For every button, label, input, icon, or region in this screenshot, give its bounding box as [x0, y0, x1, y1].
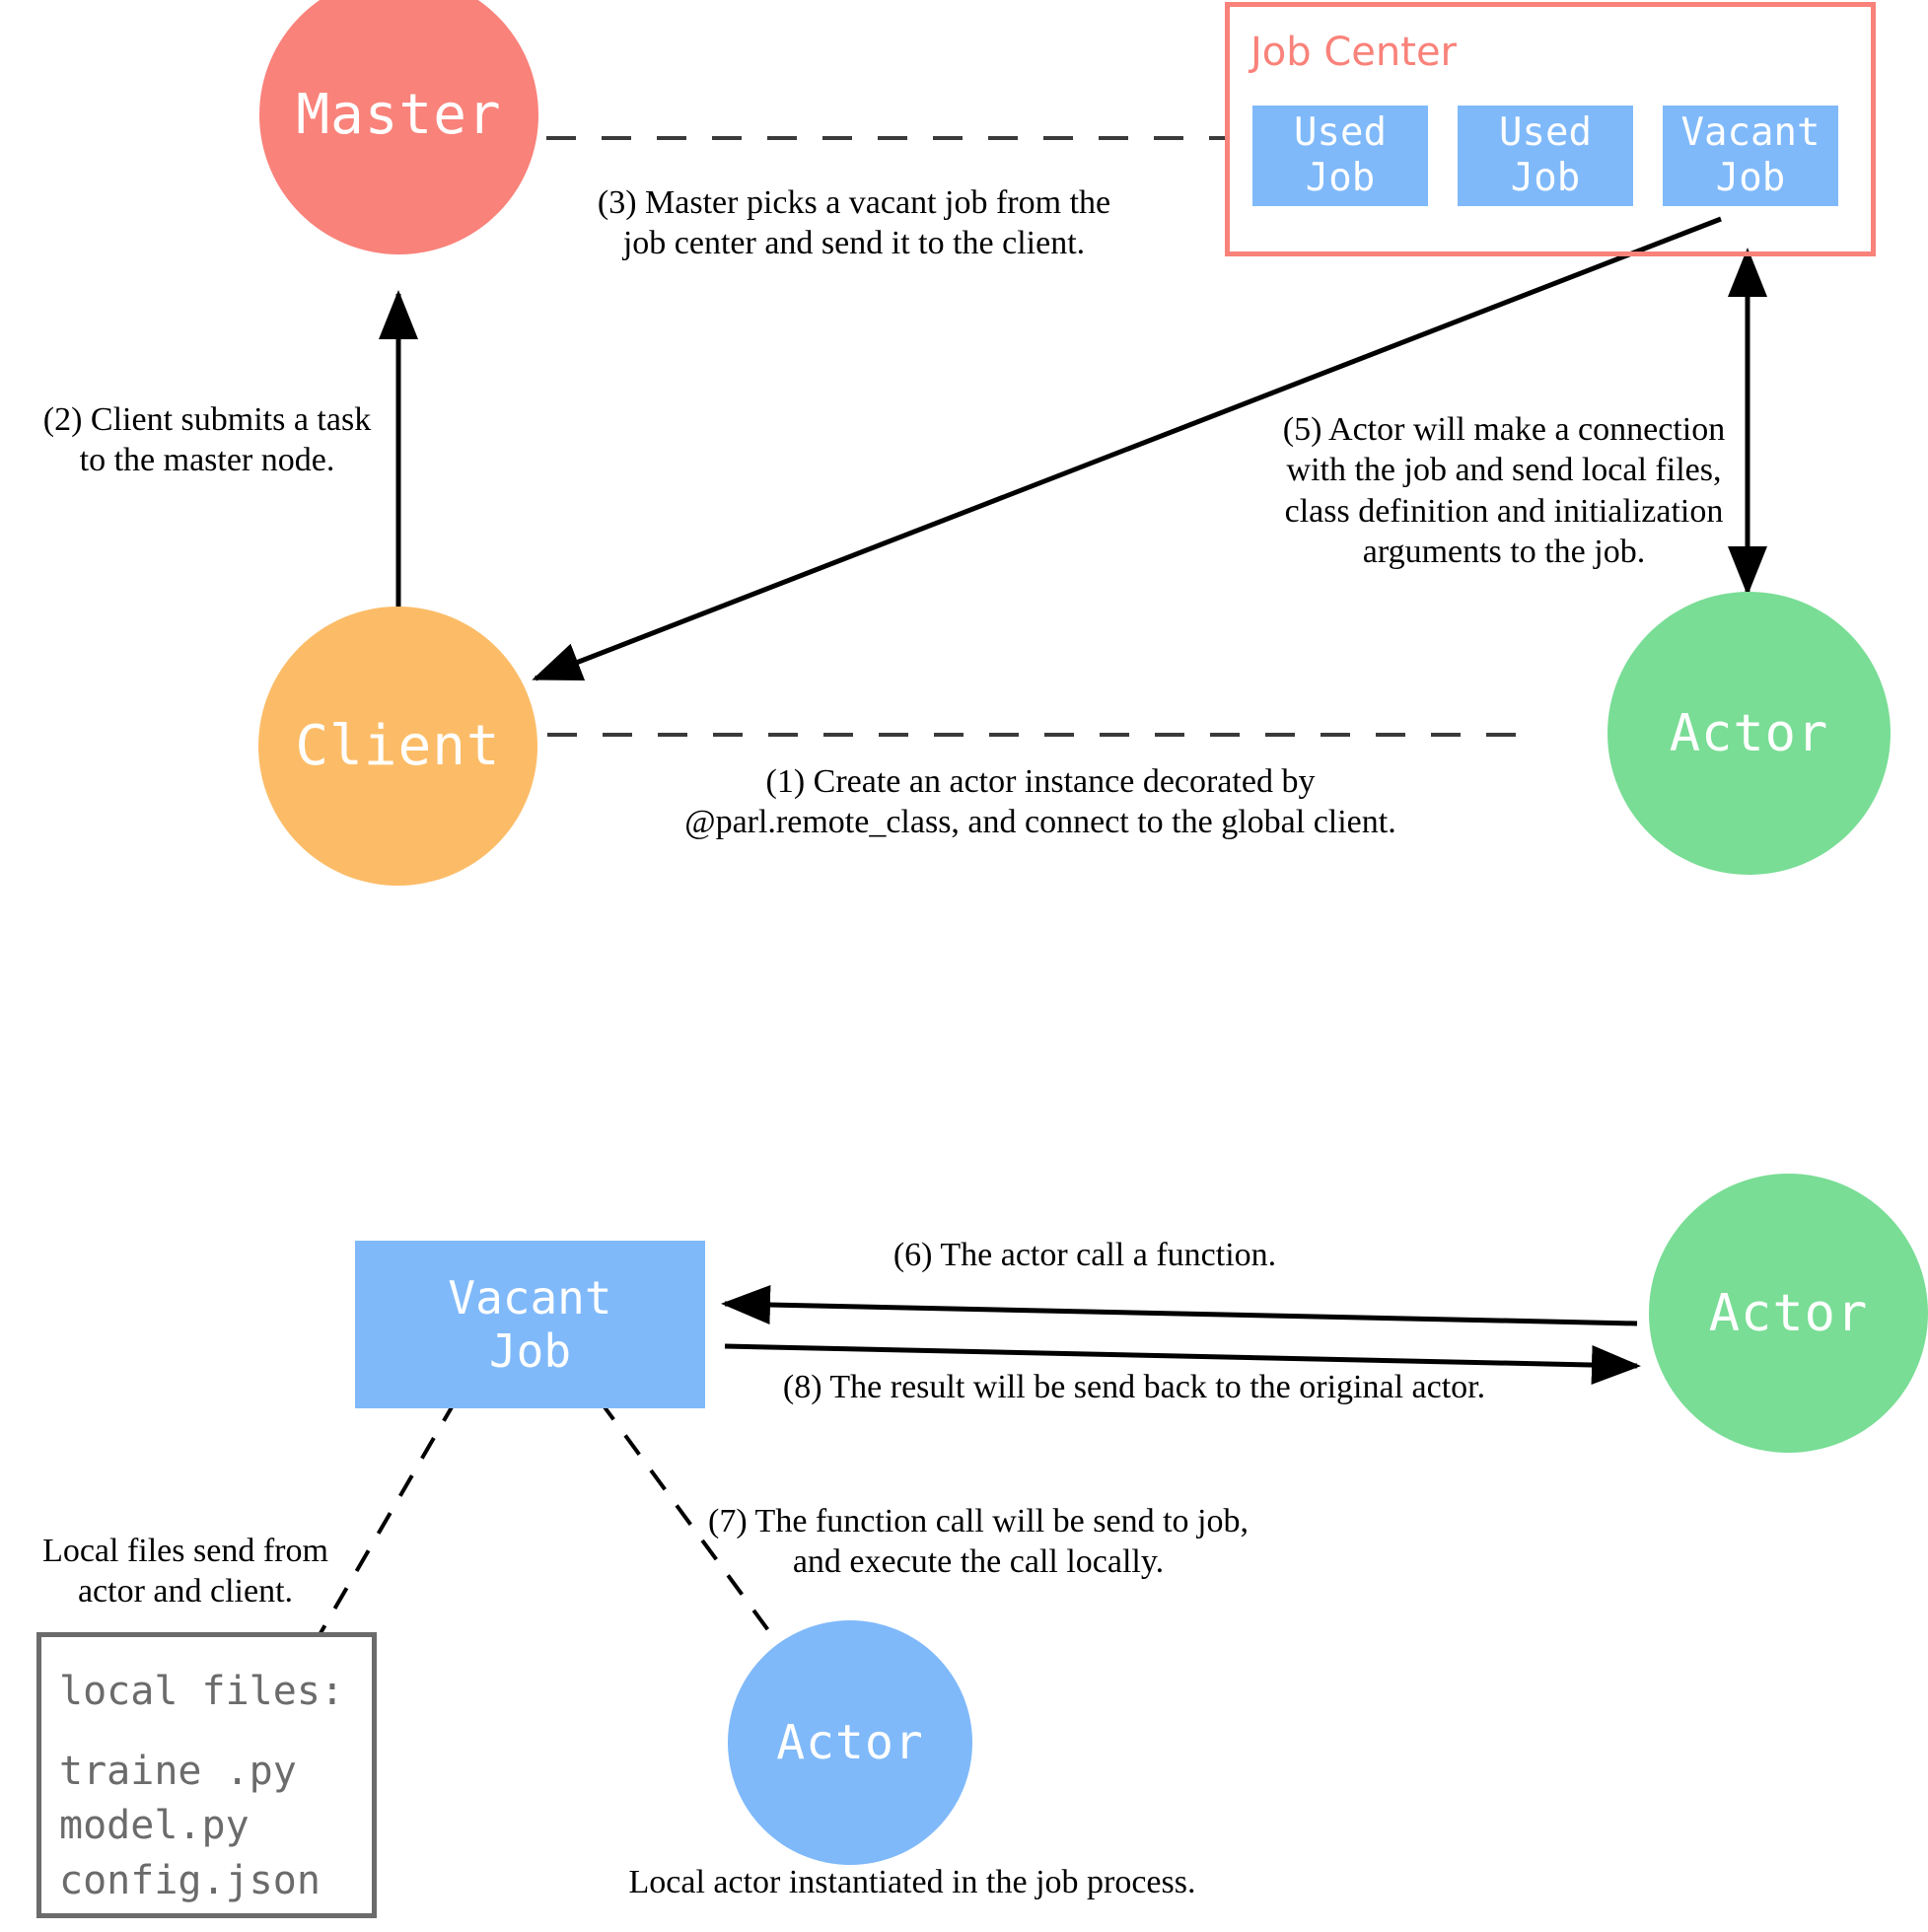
- job-box-line1: Used: [1499, 109, 1592, 155]
- arrow-actor-calls-function: [721, 1284, 1638, 1326]
- local-files-heading: local files:: [59, 1669, 344, 1714]
- job-box-line1: Vacant: [1680, 109, 1821, 155]
- job-box-line2: Job: [1510, 156, 1581, 200]
- node-actor-top[interactable]: Actor: [1607, 592, 1891, 875]
- local-files-panel: local files: traine .py model.py config.…: [36, 1632, 377, 1918]
- job-box-line2: Job: [488, 1324, 572, 1378]
- annotation-step-5: (5) Actor will make a connection with th…: [1282, 411, 1726, 571]
- node-master-label: Master: [296, 83, 502, 147]
- annotation-step-7: (7) The function call will be send to jo…: [708, 1503, 1249, 1581]
- job-box-line2: Job: [1715, 156, 1786, 200]
- node-actor-bottom-label: Actor: [1708, 1283, 1869, 1343]
- job-box-line2: Job: [1305, 156, 1376, 200]
- local-file-item: model.py: [59, 1803, 250, 1849]
- annotation-local-files-note: Local files send from actor and client.: [42, 1533, 328, 1610]
- annotation-step-6: (6) The actor call a function.: [893, 1237, 1277, 1273]
- job-box-vacant[interactable]: Vacant Job: [1663, 106, 1838, 206]
- node-client-label: Client: [295, 714, 501, 778]
- node-actor-top-label: Actor: [1669, 703, 1829, 763]
- arrow-result-back-to-actor: [724, 1343, 1641, 1386]
- node-actor-local[interactable]: Actor: [728, 1620, 972, 1865]
- job-box-used-2[interactable]: Used Job: [1458, 106, 1633, 206]
- node-actor-local-label: Actor: [776, 1715, 924, 1770]
- job-box-line1: Used: [1294, 109, 1387, 155]
- job-box-vacant-bottom[interactable]: Vacant Job: [355, 1241, 705, 1408]
- local-files-spacer: [59, 1719, 372, 1745]
- annotation-local-actor-note: Local actor instantiated in the job proc…: [628, 1864, 1196, 1900]
- annotation-step-3: (3) Master picks a vacant job from the j…: [597, 184, 1111, 262]
- annotation-step-1: (1) Create an actor instance decorated b…: [684, 763, 1396, 841]
- job-center-title: Job Center: [1250, 30, 1458, 75]
- node-client[interactable]: Client: [258, 607, 537, 886]
- local-file-item: config.json: [59, 1857, 321, 1903]
- annotation-step-8: (8) The result will be send back to the …: [782, 1369, 1486, 1405]
- local-file-item: traine .py: [59, 1749, 297, 1795]
- node-actor-bottom[interactable]: Actor: [1649, 1174, 1928, 1453]
- annotation-step-2: (2) Client submits a task to the master …: [42, 401, 372, 479]
- job-box-used-1[interactable]: Used Job: [1252, 106, 1428, 206]
- job-box-line1: Vacant: [448, 1270, 612, 1324]
